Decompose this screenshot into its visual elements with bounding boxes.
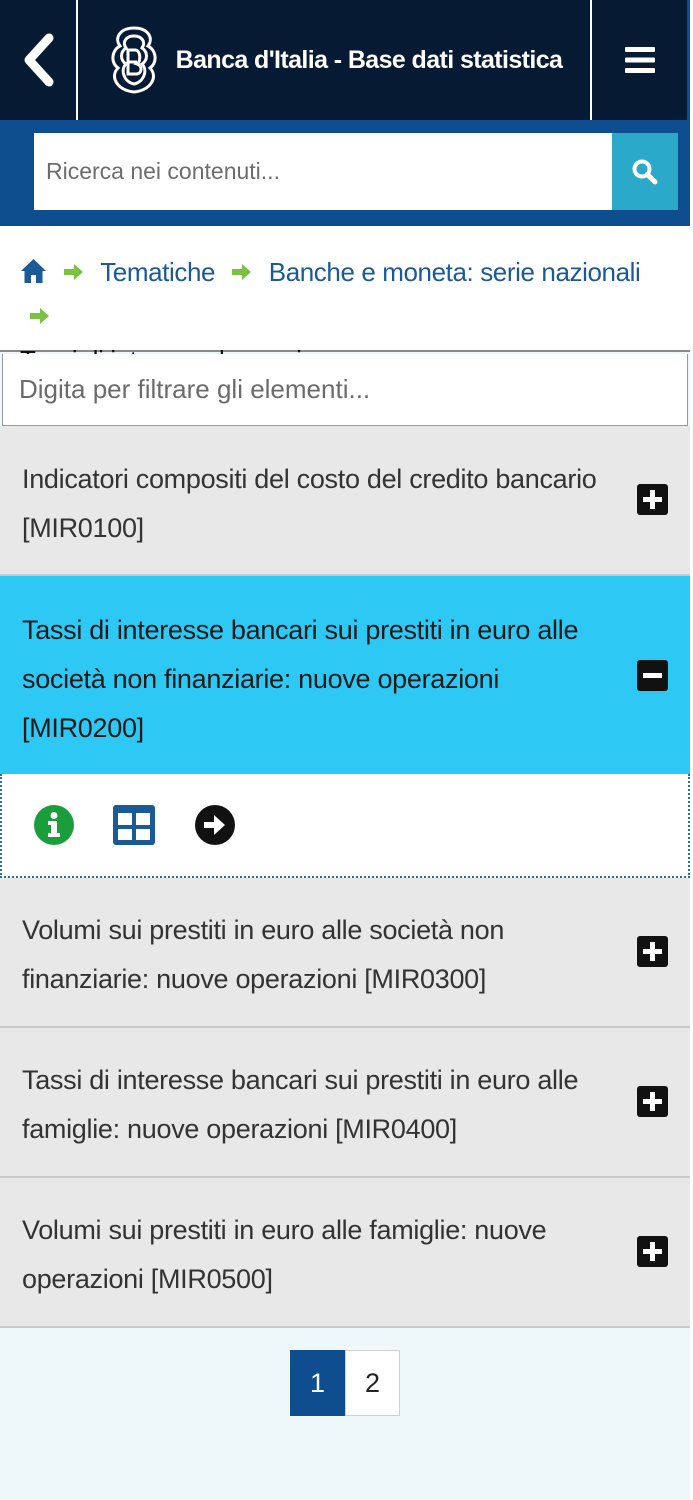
- banca-italia-logo: [111, 26, 157, 94]
- search-bar: [0, 120, 690, 226]
- table-icon[interactable]: [112, 804, 156, 846]
- search-icon: [632, 159, 658, 184]
- list-item-label: Volumi sui prestiti in euro alle famigli…: [22, 1215, 547, 1294]
- expand-icon[interactable]: [637, 484, 668, 515]
- home-icon[interactable]: [20, 258, 47, 284]
- breadcrumb: Tematiche Banche e moneta: serie naziona…: [0, 226, 690, 375]
- breadcrumb-tematiche[interactable]: Tematiche: [100, 257, 215, 287]
- list-item-label: Volumi sui prestiti in euro alle società…: [22, 915, 505, 994]
- app-header: Banca d'Italia - Base dati statistica: [0, 0, 693, 120]
- list-item-mir0300[interactable]: Volumi sui prestiti in euro alle società…: [0, 878, 690, 1028]
- filter-input[interactable]: [2, 354, 688, 426]
- collapse-icon[interactable]: [637, 660, 668, 691]
- list-item-mir0500[interactable]: Volumi sui prestiti in euro alle famigli…: [0, 1178, 690, 1328]
- back-button[interactable]: [0, 0, 78, 120]
- list-item-mir0100[interactable]: Indicatori compositi del costo del credi…: [0, 426, 690, 576]
- page-button-1[interactable]: 1: [290, 1350, 345, 1416]
- item-actions: [0, 774, 690, 878]
- list-item-mir0400[interactable]: Tassi di interesse bancari sui prestiti …: [0, 1028, 690, 1178]
- search-button[interactable]: [612, 133, 678, 210]
- breadcrumb-banche-moneta[interactable]: Banche e moneta: serie nazionali: [269, 257, 641, 287]
- arrow-right-icon: [30, 308, 49, 325]
- page-button-2[interactable]: 2: [345, 1350, 400, 1416]
- list-item-mir0200[interactable]: Tassi di interesse bancari sui prestiti …: [0, 576, 690, 774]
- info-icon[interactable]: [33, 804, 75, 846]
- list-item-label: Tassi di interesse bancari sui prestiti …: [22, 615, 579, 743]
- search-input[interactable]: [34, 133, 612, 210]
- menu-button[interactable]: [590, 0, 687, 120]
- arrow-right-circle-icon[interactable]: [194, 804, 236, 846]
- hamburger-menu-icon: [624, 47, 655, 73]
- expand-icon[interactable]: [637, 1236, 668, 1267]
- expand-icon[interactable]: [637, 1086, 668, 1117]
- app-title: Banca d'Italia - Base dati statistica: [175, 45, 563, 74]
- pagination: 1 2: [290, 1350, 400, 1416]
- header-brand: Banca d'Italia - Base dati statistica: [78, 0, 590, 120]
- expand-icon[interactable]: [637, 936, 668, 967]
- list-item-label: Tassi di interesse bancari sui prestiti …: [22, 1065, 579, 1144]
- arrow-right-icon: [231, 264, 251, 281]
- chevron-left-icon: [24, 33, 54, 87]
- list-item-label: Indicatori compositi del costo del credi…: [22, 464, 597, 543]
- arrow-right-icon: [63, 264, 83, 281]
